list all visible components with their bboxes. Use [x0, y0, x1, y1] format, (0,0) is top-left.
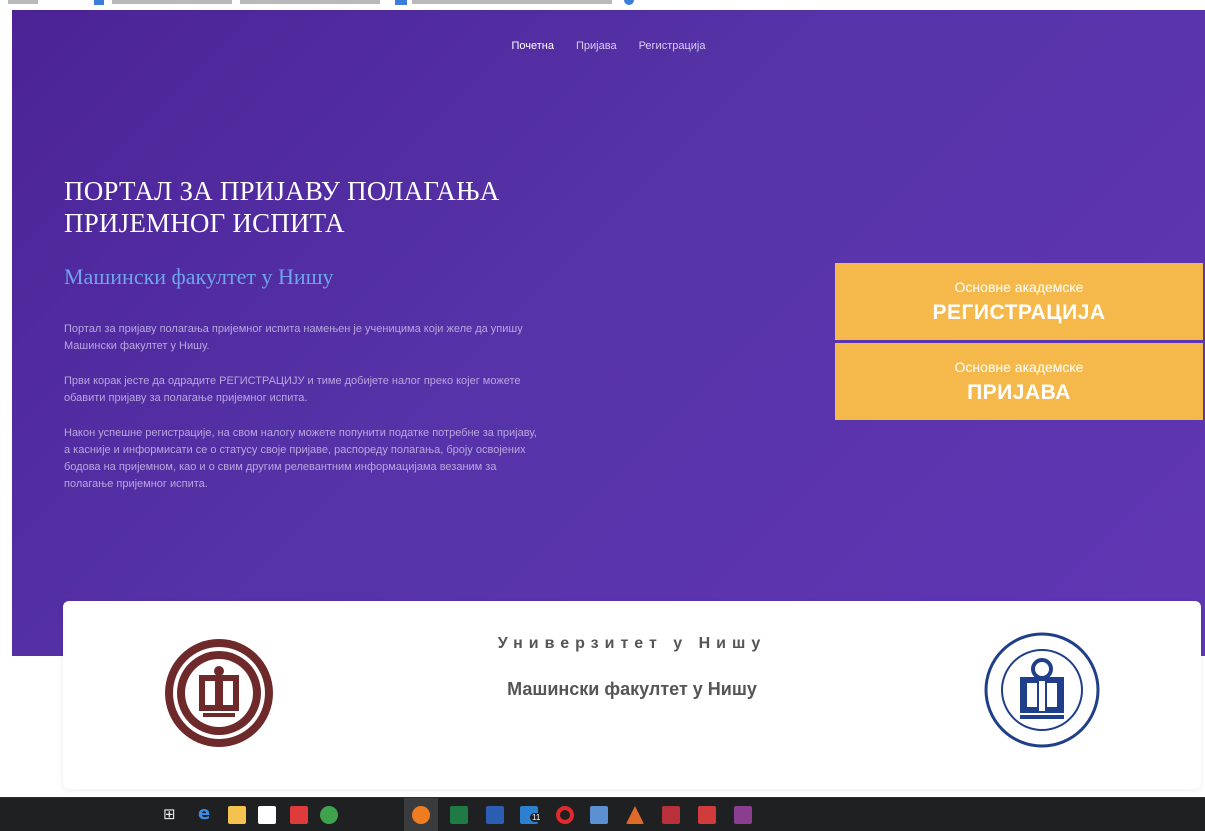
settings-app-icon[interactable] [698, 806, 716, 824]
chrome-icon[interactable] [320, 806, 338, 824]
strip-mark [8, 0, 38, 4]
registration-button-label: РЕГИСТРАЦИЈА [932, 300, 1106, 324]
file-explorer-icon[interactable] [228, 806, 246, 824]
browser-bookmarks-strip [0, 0, 1205, 10]
faculty-emblem-logo [984, 632, 1100, 748]
registration-button[interactable]: Основне академске РЕГИСТРАЦИЈА [835, 263, 1203, 340]
edge-icon[interactable]: e [198, 804, 210, 824]
intro-paragraph: Портал за пријаву полагања пријемног исп… [64, 323, 523, 352]
nav-home-link[interactable]: Почетна [512, 40, 555, 52]
login-button[interactable]: Основне академске ПРИЈАВА [835, 343, 1203, 420]
strip-mark [624, 0, 634, 5]
strip-mark [395, 0, 407, 5]
strip-mark [240, 0, 380, 4]
login-button-caption: Основне академске [954, 358, 1084, 375]
strip-mark [94, 0, 104, 5]
faculty-subtitle: Машински факултет у Нишу [64, 264, 334, 289]
winrar-icon[interactable] [734, 806, 752, 824]
strip-mark [112, 0, 232, 4]
access-icon[interactable] [662, 806, 680, 824]
login-button-label: ПРИЈАВА [967, 380, 1071, 404]
main-nav: Почетна Пријава Регистрација [12, 40, 1205, 52]
registration-paragraph: Први корак јесте да одрадите РЕГИСТРАЦИЈ… [64, 375, 521, 404]
matlab-icon[interactable] [626, 806, 644, 824]
university-card: Универзитет у Нишу Машински факултет у Н… [63, 601, 1201, 789]
excel-icon[interactable] [450, 806, 468, 824]
info-paragraph: Након успешне регистрације, на свом нало… [64, 427, 537, 490]
mail-icon[interactable]: 11 [520, 806, 543, 824]
app-icon[interactable] [290, 806, 308, 824]
mail-badge: 11 [530, 813, 543, 822]
strip-mark [412, 0, 612, 4]
page-title: ПОРТАЛ ЗА ПРИЈАВУ ПОЛАГАЊА ПРИЈЕМНОГ ИСП… [64, 176, 500, 238]
nav-login-link[interactable]: Пријава [576, 40, 617, 52]
firefox-icon[interactable] [412, 806, 430, 824]
store-icon[interactable] [258, 806, 276, 824]
task-view-icon[interactable]: ⊞ [163, 804, 176, 824]
windows-taskbar: ⊞ e 11 [0, 797, 1205, 831]
word-icon[interactable] [486, 806, 504, 824]
nav-registration-link[interactable]: Регистрација [639, 40, 706, 52]
opera-icon[interactable] [556, 806, 574, 824]
remote-desktop-icon[interactable] [590, 806, 608, 824]
registration-button-caption: Основне академске [954, 278, 1084, 295]
